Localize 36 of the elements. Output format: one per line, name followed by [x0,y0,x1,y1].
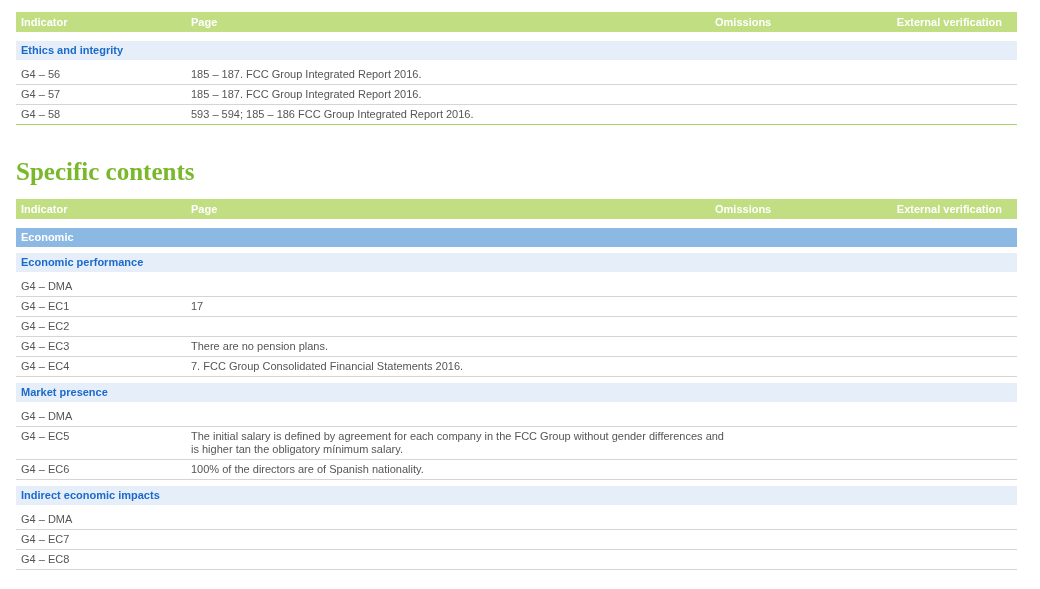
indicator-cell-text: G4 – 56 [20,68,61,81]
indicator-cell-text: G4 – EC4 [20,360,70,373]
column-header: Indicator [20,14,69,30]
page-cell-text: 17 [191,300,205,313]
section-row: Ethics and integrity [16,41,1017,60]
column-header: External verification [896,14,1003,30]
indicator-cell-text: G4 – EC2 [20,320,70,333]
section-row: Market presence [16,383,1017,402]
section-row: Economic performance [16,253,1017,272]
column-header: Page [191,14,219,30]
page-cell-text: 7. FCC Group Consolidated Financial Statements 2016. [191,360,465,373]
indicator-cell-text: G4 – 58 [20,108,61,121]
indicator-cell-text: G4 – EC8 [20,553,70,566]
page-cell-text: 100% of the directors are of Spanish nationality. [191,463,425,476]
column-header: Page [191,201,219,217]
section-row: Indirect economic impacts [16,486,1017,505]
column-header: Indicator [20,201,69,217]
section-heading: Specific contents [16,158,196,186]
indicator-cell-text: G4 – EC7 [20,533,70,546]
category-row: Economic [16,228,1017,247]
indicator-cell-text: G4 – EC6 [20,463,70,476]
page-cell-text: 185 – 187. FCC Group Integrated Report 2016. [191,68,423,81]
indicator-cell-text: G4 – DMA [20,513,73,526]
column-header: Omissions [715,201,773,217]
page-cell-text: 593 – 594; 185 – 186 FCC Group Integrated Report 2016. [191,108,475,121]
column-header: External verification [896,201,1003,217]
page-cell-text: The initial salary is defined by agreement for each company in the FCC Group without gender differences and is higher tan the obligatory mínimum salary. [191,430,725,456]
column-header: Omissions [715,14,773,30]
indicator-cell-text: G4 – DMA [20,410,73,423]
indicator-cell-text: G4 – EC5 [20,430,70,444]
indicator-cell-text: G4 – EC1 [20,300,70,313]
indicator-cell-text: G4 – DMA [20,280,73,293]
page-cell-text: 185 – 187. FCC Group Integrated Report 2016. [191,88,423,101]
page-cell-text: There are no pension plans. [191,340,329,353]
indicator-cell-text: G4 – 57 [20,88,61,101]
indicator-cell-text: G4 – EC3 [20,340,70,353]
